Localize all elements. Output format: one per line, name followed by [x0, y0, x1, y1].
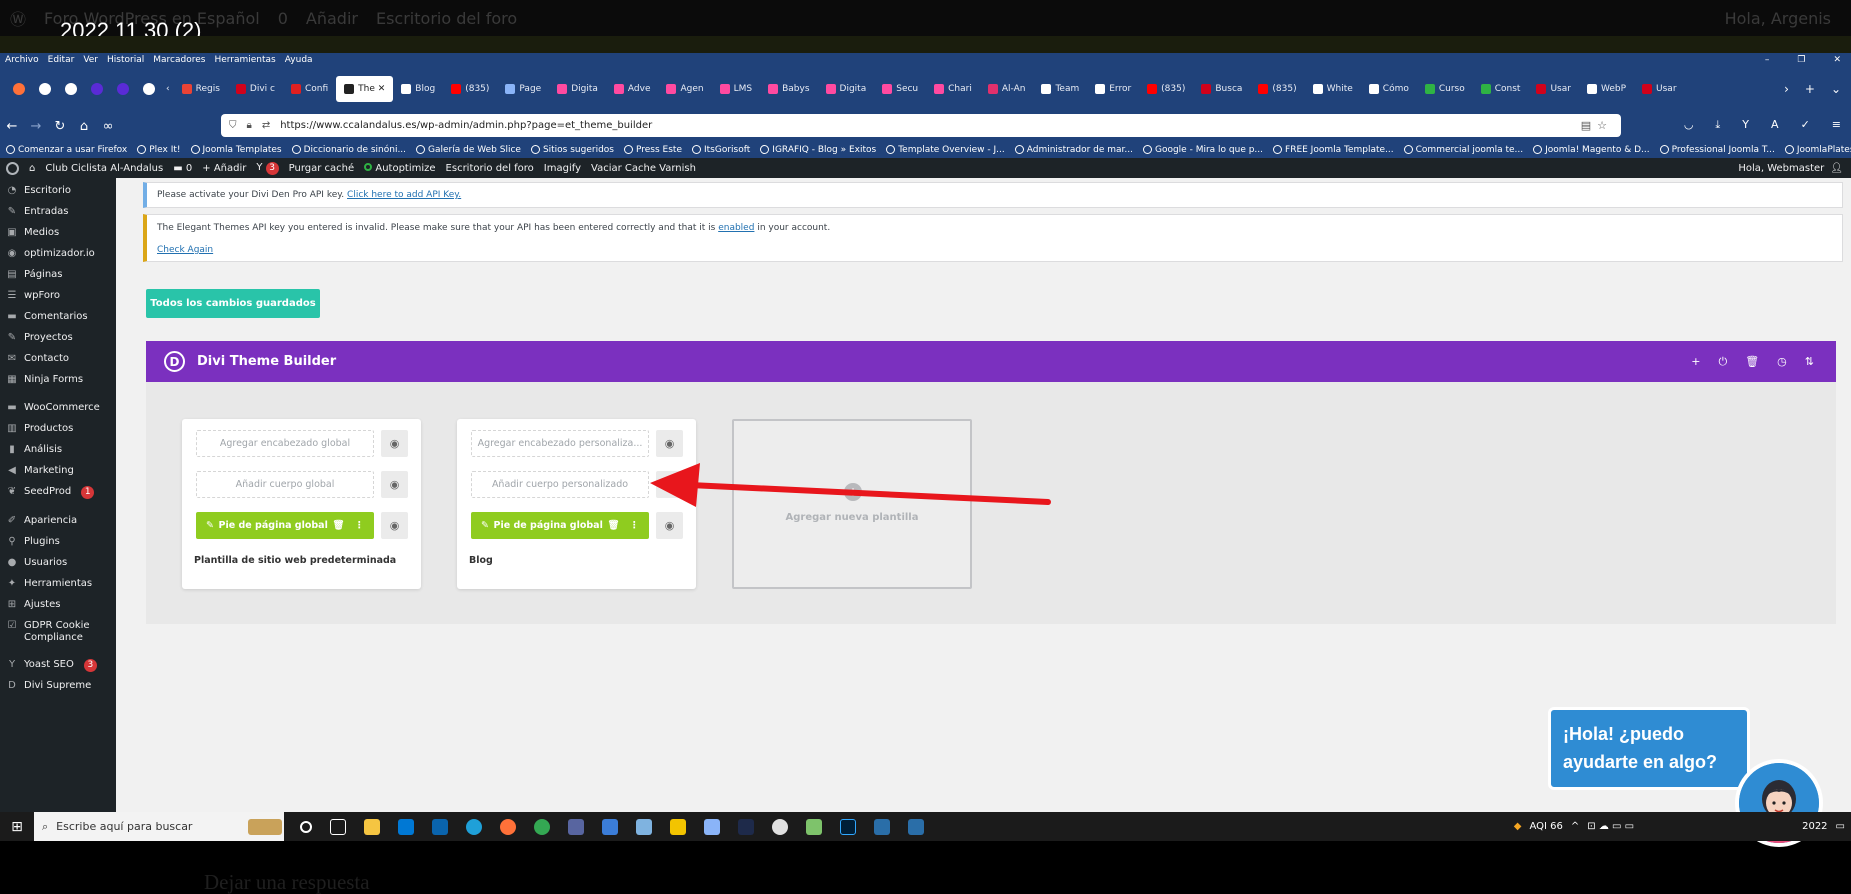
taskbar: ⊞ ⌕ Escribe aquí para buscar ◆ AQI 66 ^ … [0, 812, 1851, 841]
file-explorer-icon[interactable] [364, 818, 380, 835]
store-icon[interactable] [398, 818, 414, 835]
system-tray: ◆ AQI 66 ^ ⊡ ☁ ▭ ▭ 2022 ▭ [1514, 821, 1851, 832]
taskbar-search-text: Escribe aquí para buscar [56, 820, 193, 833]
app-icon[interactable] [738, 818, 754, 835]
clock-year[interactable]: 2022 [1802, 821, 1827, 832]
app-icon[interactable] [874, 818, 890, 835]
tray-chevron-icon[interactable]: ^ [1571, 821, 1579, 832]
arrow-head [650, 463, 700, 507]
app-icon[interactable] [636, 818, 652, 835]
app-icon[interactable] [772, 818, 788, 835]
app-icon[interactable] [704, 818, 720, 835]
chrome-icon[interactable] [534, 818, 550, 835]
below-video-text: Dejar una respuesta [204, 870, 370, 894]
firefox-icon[interactable] [500, 818, 516, 835]
chat-line-1: ¡Hola! ¿puedo [1563, 724, 1684, 744]
app-icon[interactable] [602, 818, 618, 835]
chat-bubble[interactable]: ¡Hola! ¿puedo ayudarte en algo? [1548, 707, 1750, 790]
mail-icon[interactable] [432, 818, 448, 835]
arrow-shaft [687, 482, 1051, 505]
chat-line-2: ayudarte en algo? [1563, 752, 1718, 772]
weather-widget-icon[interactable] [248, 818, 282, 835]
screen: Ⓦ Foro WordPress en Español 0 Añadir Esc… [0, 0, 1851, 894]
tray-icons[interactable]: ⊡ ☁ ▭ ▭ [1587, 821, 1634, 832]
search-icon: ⌕ [42, 819, 49, 833]
aqi-leaf-icon: ◆ [1513, 821, 1522, 832]
task-view-icon[interactable] [330, 818, 346, 835]
edge-icon[interactable] [466, 818, 482, 835]
app-icon[interactable] [908, 818, 924, 835]
sticky-notes-icon[interactable] [670, 818, 686, 835]
app-icon[interactable] [568, 818, 584, 835]
photoshop-icon[interactable] [840, 818, 856, 835]
windows-start-icon[interactable]: ⊞ [0, 819, 34, 835]
taskbar-search[interactable]: ⌕ Escribe aquí para buscar [34, 812, 284, 841]
app-icon[interactable] [806, 818, 822, 835]
aqi-value[interactable]: AQI 66 [1530, 821, 1563, 832]
notifications-icon[interactable]: ▭ [1836, 821, 1845, 832]
cortana-icon[interactable] [300, 820, 312, 833]
